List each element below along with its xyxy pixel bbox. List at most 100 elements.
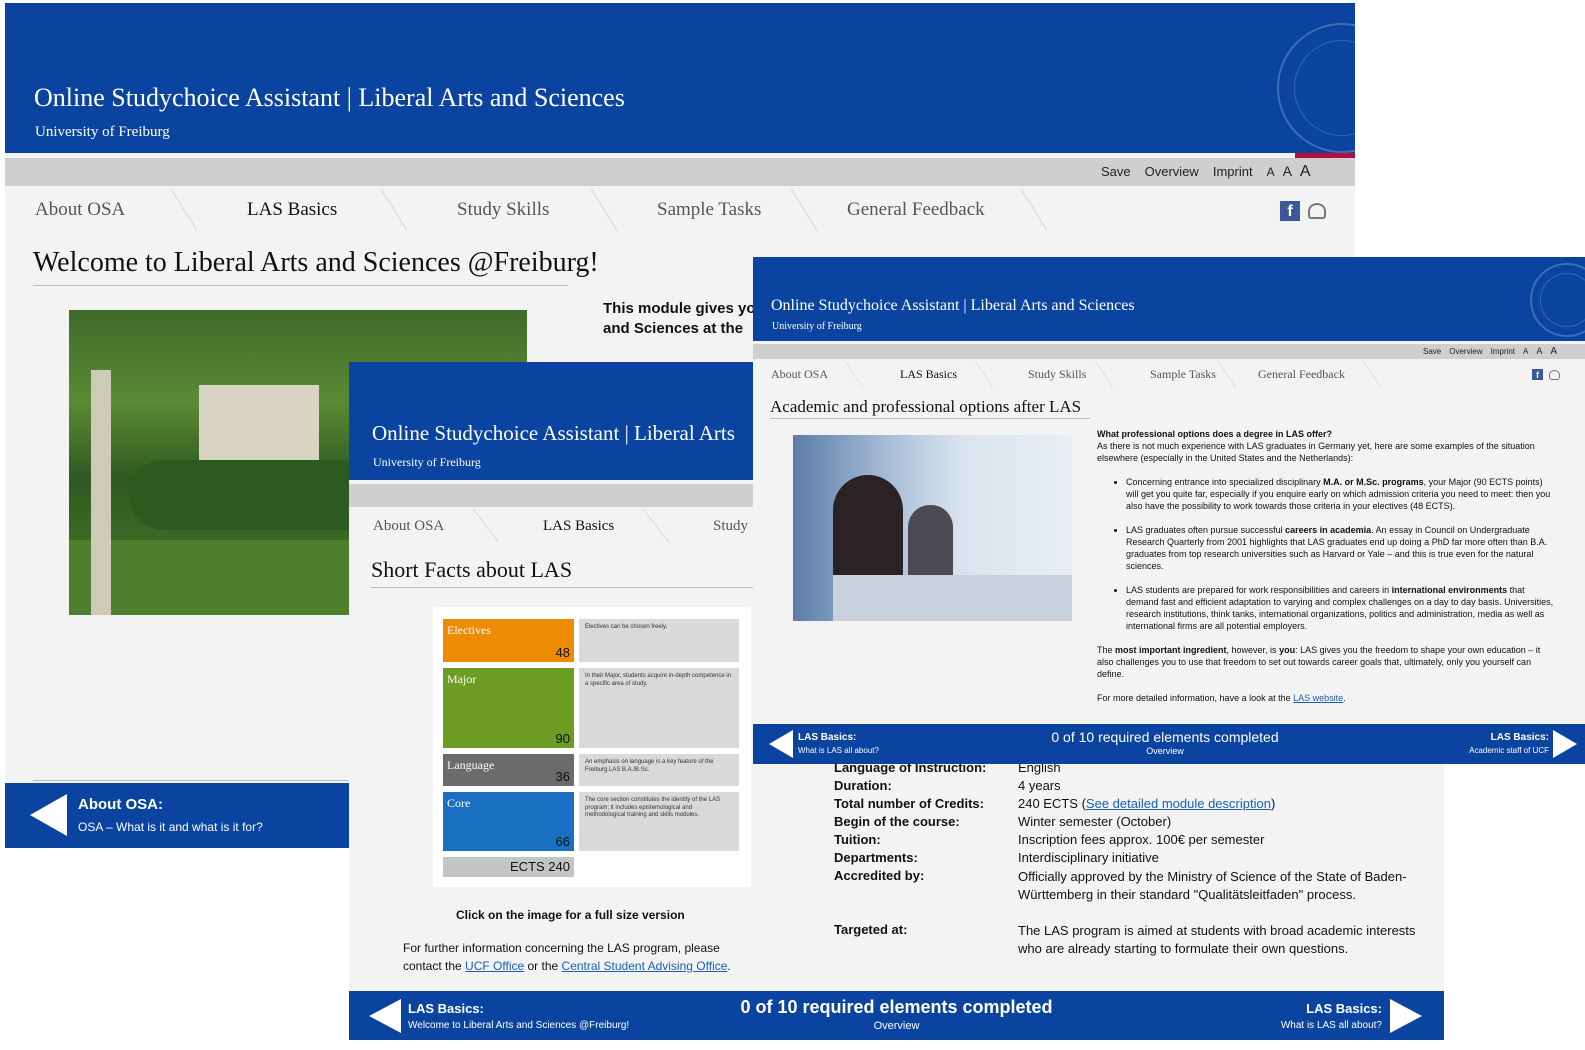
fact-row: Begin of the course: Winter semester (Oct…	[834, 814, 1424, 832]
fact-value: Inscription fees approx. 100€ per semest…	[1018, 832, 1265, 847]
imprint-link[interactable]: Imprint	[1213, 164, 1253, 179]
fact-value: The LAS program is aimed at students wit…	[1018, 923, 1416, 956]
prev-page-button[interactable]: About OSA: OSA – What is it and what is …	[5, 783, 345, 848]
overview-link[interactable]: Overview	[729, 1020, 1064, 1032]
prev-subtitle: What is LAS all about?	[798, 746, 879, 755]
email-icon[interactable]	[1308, 203, 1326, 219]
font-size-small[interactable]: A	[1267, 165, 1275, 179]
text: The	[1097, 645, 1116, 655]
font-size-small[interactable]: A	[1523, 347, 1528, 356]
ects-label: Core	[447, 796, 471, 810]
tab-general-feedback[interactable]: General Feedback	[1236, 361, 1381, 388]
tab-study-skills[interactable]: Study Skills	[407, 189, 617, 231]
footer-divider	[33, 780, 353, 781]
fact-row: Targeted at: The LAS program is aimed at …	[834, 922, 1424, 962]
next-subtitle: Academic staff of UCF	[1469, 746, 1549, 755]
more-info: For more detailed information, have a lo…	[1097, 692, 1557, 704]
next-page-button[interactable]: LAS Basics: Academic staff of UCF	[1325, 724, 1585, 764]
tab-sample-tasks[interactable]: Sample Tasks	[617, 189, 817, 231]
progress-text: 0 of 10 required elements completed	[740, 997, 1053, 1017]
text-bold: international environments	[1391, 585, 1508, 595]
tab-label: LAS Basics	[543, 517, 615, 534]
intro-text: This module gives yo and Sciences at the	[603, 299, 756, 339]
fact-key: Targeted at:	[834, 922, 908, 937]
text: , however, is	[1226, 645, 1280, 655]
window-professional-options: Online Studychoice Assistant | Liberal A…	[753, 257, 1585, 764]
tab-label: LAS Basics	[900, 367, 957, 381]
ects-label: Language	[447, 758, 495, 772]
font-size-large[interactable]: A	[1300, 163, 1311, 181]
progress-status: 0 of 10 required elements completed Over…	[1025, 729, 1305, 756]
advising-office-link[interactable]: Central Student Advising Office	[562, 959, 728, 973]
prev-page-button[interactable]: LAS Basics: What is LAS all about?	[753, 724, 1013, 764]
font-size-medium[interactable]: A	[1536, 346, 1542, 356]
tab-label: Study Skills	[457, 199, 550, 220]
tab-las-basics[interactable]: LAS Basics	[499, 509, 669, 543]
app-subtitle: University of Freiburg	[373, 455, 481, 469]
ucf-office-link[interactable]: UCF Office	[465, 959, 524, 973]
arrow-left-icon	[369, 999, 401, 1033]
site-header: Online Studychoice Assistant | Liberal A…	[753, 257, 1585, 341]
ects-language-box: Language 36	[443, 754, 574, 786]
tab-about-osa[interactable]: About OSA	[349, 509, 499, 543]
footer-nav: LAS Basics: Welcome to Liberal Arts and …	[349, 991, 1444, 1040]
overview-link[interactable]: Overview	[1025, 746, 1305, 756]
save-link[interactable]: Save	[1423, 347, 1441, 356]
fact-key: Tuition:	[834, 832, 881, 847]
text: LAS graduates often pursue successful	[1126, 525, 1286, 535]
ects-label: Major	[447, 672, 477, 686]
app-title: Online Studychoice Assistant | Liberal A…	[771, 297, 1135, 314]
imprint-link[interactable]: Imprint	[1491, 347, 1515, 356]
fact-row: Tuition: Inscription fees approx. 100€ p…	[834, 832, 1424, 850]
tab-about-osa[interactable]: About OSA	[7, 189, 197, 231]
ects-core-box: Core 66	[443, 792, 574, 851]
fact-row: Duration: 4 years	[834, 778, 1424, 796]
ects-label: Electives	[447, 623, 491, 637]
tab-general-feedback[interactable]: General Feedback	[817, 189, 1047, 231]
title-divider	[371, 587, 756, 588]
tab-label: LAS Basics	[247, 199, 338, 220]
options-list: Concerning entrance into specialized dis…	[1097, 476, 1557, 632]
fact-key: Departments:	[834, 850, 918, 865]
ects-electives-box: Electives 48	[443, 619, 574, 662]
tab-las-basics[interactable]: LAS Basics	[863, 361, 993, 388]
prev-page-button[interactable]: LAS Basics: Welcome to Liberal Arts and …	[349, 991, 689, 1040]
footer-nav: LAS Basics: What is LAS all about? 0 of …	[753, 724, 1585, 764]
prev-subtitle: OSA – What is it and what is it for?	[78, 820, 263, 834]
students-lecture-photo	[793, 435, 1072, 621]
ects-value: 66	[555, 834, 570, 849]
save-link[interactable]: Save	[1101, 164, 1131, 179]
tab-about-osa[interactable]: About OSA	[753, 361, 863, 388]
tab-las-basics[interactable]: LAS Basics	[197, 189, 407, 231]
tab-sample-tasks[interactable]: Sample Tasks	[1113, 361, 1236, 388]
tab-study-skills[interactable]: Study Skills	[993, 361, 1113, 388]
ects-diagram[interactable]: Electives 48 Electives can be chosen free…	[433, 607, 751, 887]
fact-value: Officially approved by the Ministry of S…	[1018, 869, 1407, 902]
font-size-large[interactable]: A	[1550, 346, 1557, 357]
page-title: Academic and professional options after …	[770, 397, 1082, 416]
text-bold: M.A. or M.Sc. programs	[1323, 477, 1424, 487]
text: .	[727, 959, 731, 973]
fact-key: Duration:	[834, 778, 892, 793]
arrow-left-icon	[30, 794, 67, 836]
click-caption: Click on the image for a full size versi…	[456, 908, 685, 922]
overview-link[interactable]: Overview	[1449, 347, 1482, 356]
facebook-icon[interactable]: f	[1532, 369, 1543, 380]
text: LAS students are prepared for work respo…	[1126, 585, 1392, 595]
fact-value: Interdisciplinary initiative	[1018, 850, 1159, 865]
module-description-link[interactable]: See detailed module description	[1086, 796, 1271, 811]
facebook-icon[interactable]: f	[1280, 201, 1300, 221]
text: or the	[524, 959, 562, 973]
next-title: LAS Basics:	[1306, 1001, 1382, 1016]
ects-major-desc: In their Major, students acquire in-dept…	[579, 668, 739, 748]
site-header: Online Studychoice Assistant | Liberal A…	[5, 3, 1355, 153]
las-website-link[interactable]: LAS website	[1293, 693, 1343, 703]
tab-label: Study	[713, 517, 749, 534]
email-icon[interactable]	[1549, 370, 1560, 380]
fact-row: Accredited by: Officially approved by the…	[834, 868, 1424, 908]
font-size-medium[interactable]: A	[1283, 163, 1292, 179]
next-page-button[interactable]: LAS Basics: What is LAS all about?	[1114, 991, 1444, 1040]
arrow-left-icon	[769, 730, 793, 758]
overview-link[interactable]: Overview	[1145, 164, 1199, 179]
prev-title: LAS Basics:	[408, 1001, 484, 1016]
